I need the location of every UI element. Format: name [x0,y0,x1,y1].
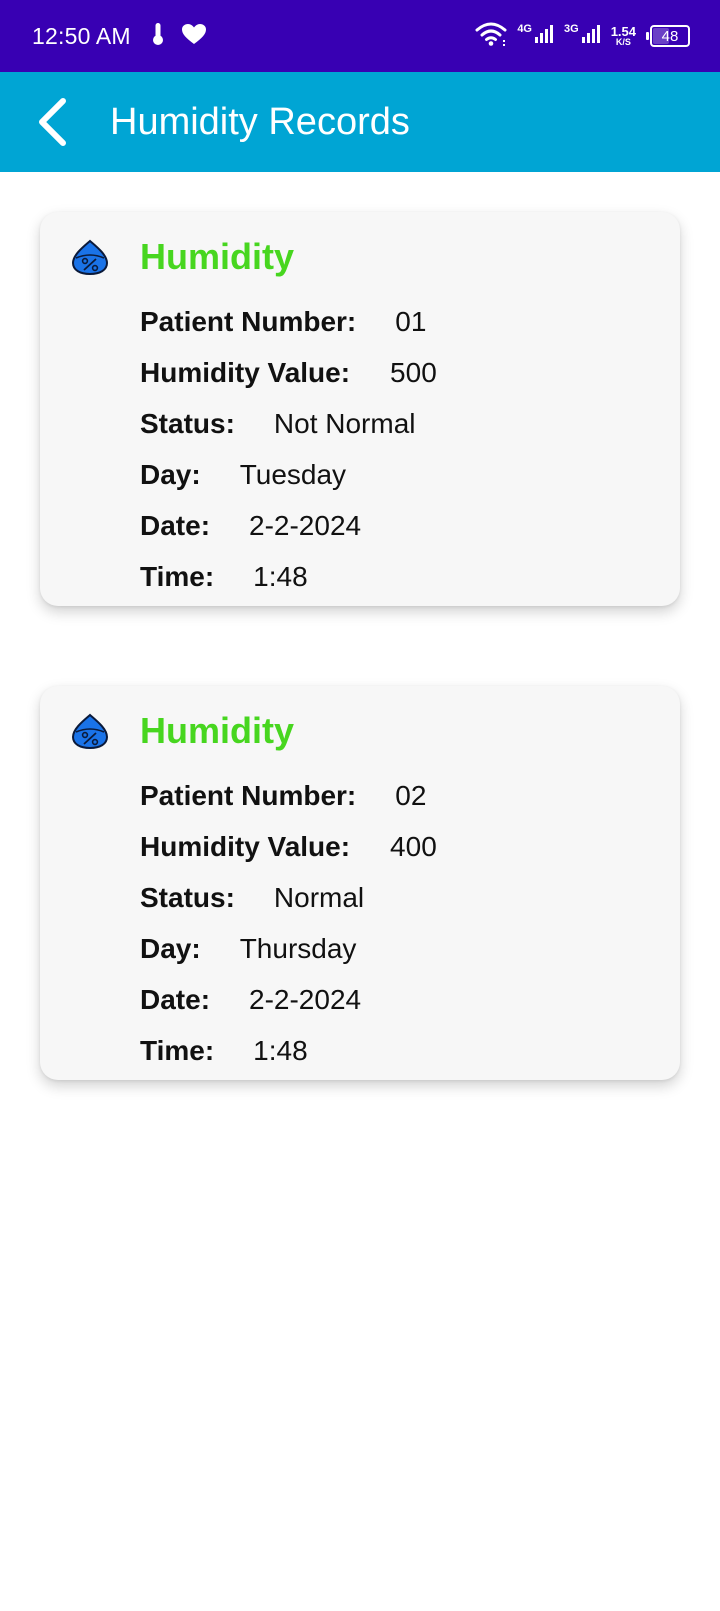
network-4g-label: 4G [517,22,532,35]
humidity-value-label: Humidity Value: [140,356,351,388]
day-label: Day: [140,458,201,490]
humidity-record-card: Humidity Patient Number: 01 Humidity Val… [40,212,680,606]
network-3g-label: 3G [564,22,579,35]
wifi-icon [475,21,507,52]
date-label: Date: [140,509,211,541]
back-button[interactable] [24,94,80,150]
time-value: 1:48 [253,560,308,592]
patient-number-row: Patient Number: 02 [140,770,437,821]
page-title: Humidity Records [110,100,410,143]
status-row: Status: Not Normal [140,398,437,449]
date-row: Date: 2-2-2024 [140,500,437,551]
battery-icon: 48 [646,25,690,47]
day-row: Day: Thursday [140,923,437,974]
humidity-value-row: Humidity Value: 400 [140,821,437,872]
date-label: Date: [140,983,211,1015]
time-row: Time: 1:48 [140,551,437,602]
card-title: Humidity [140,236,295,277]
humidity-drop-icon [70,712,110,752]
status-row: Status: Normal [140,872,437,923]
status-value: Normal [273,881,365,913]
time-label: Time: [140,560,215,592]
signal-bars-icon [534,24,554,49]
time-value: 1:48 [253,1034,308,1066]
patient-number-label: Patient Number: [140,305,357,337]
network-speed: 1.54 K/S [611,25,636,47]
day-label: Day: [140,932,201,964]
humidity-value: 500 [390,356,437,388]
day-row: Day: Tuesday [140,449,437,500]
status-label: Status: [140,407,235,439]
record-details: Patient Number: 02 Humidity Value: 400 S… [140,770,437,1076]
battery-level: 48 [661,27,679,45]
heart-icon [181,23,207,50]
date-value: 2-2-2024 [249,509,362,541]
record-details: Patient Number: 01 Humidity Value: 500 S… [140,296,437,602]
patient-number-value: 02 [395,779,427,811]
app-bar: Humidity Records [0,72,720,172]
back-arrow-icon [39,98,66,146]
time-label: Time: [140,1034,215,1066]
card-title: Humidity [140,710,295,751]
date-value: 2-2-2024 [249,983,362,1015]
day-value: Tuesday [239,458,347,490]
time-row: Time: 1:48 [140,1025,437,1076]
status-value: Not Normal [273,407,416,439]
patient-number-label: Patient Number: [140,779,357,811]
signal-3g: 3G [564,22,601,49]
status-time: 12:50 AM [32,22,131,49]
signal-bars-icon [581,24,601,49]
patient-number-value: 01 [395,305,427,337]
speed-unit: K/S [615,37,631,47]
humidity-value-label: Humidity Value: [140,830,351,862]
status-label: Status: [140,881,235,913]
humidity-drop-icon [70,238,110,278]
status-bar: 12:50 AM 4G 3G 1.54 K/S 48 [0,0,720,72]
date-row: Date: 2-2-2024 [140,974,437,1025]
humidity-record-card: Humidity Patient Number: 02 Humidity Val… [40,686,680,1080]
humidity-value-row: Humidity Value: 500 [140,347,437,398]
humidity-value: 400 [390,830,437,862]
signal-4g: 4G [517,22,554,49]
day-value: Thursday [239,932,357,964]
patient-number-row: Patient Number: 01 [140,296,437,347]
thermometer-icon [151,22,165,51]
